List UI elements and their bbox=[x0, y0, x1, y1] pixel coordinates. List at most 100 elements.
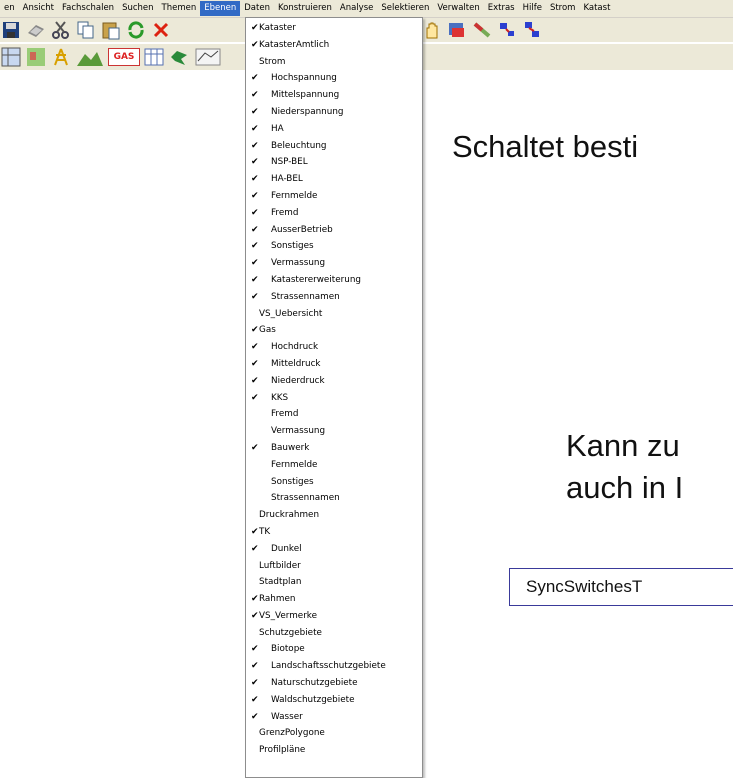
checkmark-icon: ✔ bbox=[251, 711, 259, 722]
menu-item-katasteramtlich[interactable]: ✔ KatasterAmtlich bbox=[246, 37, 422, 54]
copy-icon[interactable] bbox=[75, 19, 97, 41]
menu-item-kataster[interactable]: ✔ Kataster bbox=[246, 20, 422, 37]
menu-bar: en Ansicht Fachschalen Suchen Themen Ebenen Da… bbox=[0, 0, 733, 18]
map-icon[interactable] bbox=[25, 46, 47, 68]
menu-item-sonstiges[interactable]: ✔ Sonstiges bbox=[246, 238, 422, 255]
menu-item-fachschalen[interactable]: Fachschalen bbox=[58, 1, 118, 16]
pan-hand-icon[interactable] bbox=[421, 19, 443, 41]
checkmark-icon: ✔ bbox=[251, 207, 259, 218]
menu-item-fernmelde[interactable]: ✔ Fernmelde bbox=[246, 188, 422, 205]
menu-item-mittelspannung[interactable]: ✔ Mittelspannung bbox=[246, 87, 422, 104]
menu-item-ebenen[interactable]: Ebenen bbox=[200, 1, 241, 16]
network-node-icon[interactable] bbox=[521, 19, 543, 41]
refresh-icon[interactable] bbox=[125, 19, 147, 41]
grid-icon[interactable] bbox=[0, 46, 22, 68]
cut-icon[interactable] bbox=[50, 19, 72, 41]
menu-item-ansicht[interactable]: Ansicht bbox=[19, 1, 58, 16]
menu-item-bauwerk[interactable]: ✔ Bauwerk bbox=[246, 440, 422, 457]
menu-item-hochdruck[interactable]: ✔ Hochdruck bbox=[246, 339, 422, 356]
menu-item-katastererweiterung[interactable]: ✔ Katastererweiterung bbox=[246, 272, 422, 289]
terrain-icon[interactable] bbox=[75, 46, 105, 68]
menu-item-biotope[interactable]: ✔ Biotope bbox=[246, 641, 422, 658]
checkmark-icon: ✔ bbox=[251, 610, 259, 621]
menu-item-verwalten[interactable]: Verwalten bbox=[433, 1, 483, 16]
menu-item-waldschutzgebiete[interactable]: ✔ Waldschutzgebiete bbox=[246, 692, 422, 709]
menu-item-druckrahmen[interactable]: Druckrahmen bbox=[246, 507, 422, 524]
menu-item-stadtplan[interactable]: Stadtplan bbox=[246, 574, 422, 591]
checkmark-icon: ✔ bbox=[251, 392, 259, 403]
checkmark-icon: ✔ bbox=[251, 23, 259, 33]
menu-item-wasser[interactable]: ✔ Wasser bbox=[246, 709, 422, 726]
menu-item-katast[interactable]: Katast bbox=[579, 1, 614, 16]
menu-item-fernmelde[interactable]: Fernmelde bbox=[246, 457, 422, 474]
menu-item-selektieren[interactable]: Selektieren bbox=[377, 1, 433, 16]
menu-item-schutzgebiete[interactable]: Schutzgebiete bbox=[246, 625, 422, 642]
menu-item-ha-bel[interactable]: ✔ HA-BEL bbox=[246, 171, 422, 188]
menu-item-hilfe[interactable]: Hilfe bbox=[519, 1, 546, 16]
menu-item-nsp-bel[interactable]: ✔ NSP-BEL bbox=[246, 154, 422, 171]
menu-item-suchen[interactable]: Suchen bbox=[118, 1, 157, 16]
checkmark-icon: ✔ bbox=[251, 526, 259, 537]
menu-item-kks[interactable]: ✔ KKS bbox=[246, 390, 422, 407]
menu-item-rahmen[interactable]: ✔ Rahmen bbox=[246, 591, 422, 608]
menu-item-konstruieren[interactable]: Konstruieren bbox=[274, 1, 336, 16]
menu-item-vermassung[interactable]: ✔ Vermassung bbox=[246, 255, 422, 272]
menu-item-strassennamen[interactable]: ✔ Strassennamen bbox=[246, 289, 422, 306]
map-layer-icon[interactable] bbox=[446, 19, 468, 41]
measure-icon[interactable] bbox=[471, 19, 493, 41]
menu-item-niederdruck[interactable]: ✔ Niederdruck bbox=[246, 373, 422, 390]
paste-icon[interactable] bbox=[100, 19, 122, 41]
checkmark-icon: ✔ bbox=[251, 73, 259, 84]
menu-item-label: Vermassung bbox=[271, 426, 326, 437]
code-box: SyncSwitchesT bbox=[509, 568, 733, 606]
gas-label: GAS bbox=[113, 52, 135, 62]
menu-item-ausserbetrieb[interactable]: ✔ AusserBetrieb bbox=[246, 222, 422, 239]
menu-item-fremd[interactable]: Fremd bbox=[246, 406, 422, 423]
gas-icon[interactable]: GAS bbox=[108, 48, 140, 66]
menu-item-profilpl-ne[interactable]: Profilpläne bbox=[246, 742, 422, 759]
menu-item-strassennamen[interactable]: Strassennamen bbox=[246, 490, 422, 507]
checkmark-icon: ✔ bbox=[251, 594, 259, 605]
leaf-icon[interactable] bbox=[168, 46, 190, 68]
checkmark-icon: ✔ bbox=[251, 291, 259, 302]
delete-icon[interactable] bbox=[150, 19, 172, 41]
menu-item-grenzpolygone[interactable]: GrenzPolygone bbox=[246, 725, 422, 742]
menu-item-mitteldruck[interactable]: ✔ Mitteldruck bbox=[246, 356, 422, 373]
menu-item-analyse[interactable]: Analyse bbox=[336, 1, 377, 16]
menu-item-label: Luftbilder bbox=[259, 560, 301, 571]
checkmark-icon: ✔ bbox=[251, 694, 259, 705]
menu-item-sonstiges[interactable]: Sonstiges bbox=[246, 474, 422, 491]
menu-item-themen[interactable]: Themen bbox=[158, 1, 201, 16]
menu-item-vs-vermerke[interactable]: ✔ VS_Vermerke bbox=[246, 608, 422, 625]
menu-item-fremd[interactable]: ✔ Fremd bbox=[246, 205, 422, 222]
network-icon[interactable] bbox=[496, 19, 518, 41]
menu-item-landschaftsschutzgebiete[interactable]: ✔ Landschaftsschutzgebiete bbox=[246, 658, 422, 675]
menu-item-niederspannung[interactable]: ✔ Niederspannung bbox=[246, 104, 422, 121]
menu-item-luftbilder[interactable]: Luftbilder bbox=[246, 558, 422, 575]
menu-item-gas[interactable]: ✔ Gas bbox=[246, 322, 422, 339]
menu-item-ha[interactable]: ✔ HA bbox=[246, 121, 422, 138]
menu-item-vs-uebersicht[interactable]: VS_Uebersicht bbox=[246, 306, 422, 323]
save-icon[interactable] bbox=[0, 19, 22, 41]
menu-item-daten[interactable]: Daten bbox=[240, 1, 274, 16]
menu-item-hochspannung[interactable]: ✔ Hochspannung bbox=[246, 70, 422, 87]
menu-item-strom[interactable]: Strom bbox=[246, 54, 422, 71]
menu-item-naturschutzgebiete[interactable]: ✔ Naturschutzgebiete bbox=[246, 675, 422, 692]
menu-item-vermassung[interactable]: Vermassung bbox=[246, 423, 422, 440]
checkmark-icon: ✔ bbox=[251, 174, 259, 185]
menu-item-tk[interactable]: ✔ TK bbox=[246, 524, 422, 541]
tower-icon[interactable] bbox=[50, 46, 72, 68]
menu-item-strom[interactable]: Strom bbox=[546, 1, 580, 16]
menu-item-label: Waldschutzgebiete bbox=[271, 694, 355, 705]
menu-item-beleuchtung[interactable]: ✔ Beleuchtung bbox=[246, 138, 422, 155]
luftbild-icon[interactable] bbox=[193, 46, 223, 68]
table-icon[interactable] bbox=[143, 46, 165, 68]
checkmark-icon: ✔ bbox=[251, 375, 259, 386]
menu-item-en[interactable]: en bbox=[0, 1, 19, 16]
menu-item-dunkel[interactable]: ✔ Dunkel bbox=[246, 541, 422, 558]
ebenen-dropdown-menu: ✔ Kataster ✔ KatasterAmtlich Strom ✔ Hochspann… bbox=[245, 17, 423, 778]
print-icon[interactable] bbox=[25, 19, 47, 41]
menu-item-label: Profilpläne bbox=[259, 745, 306, 756]
menu-item-label: Stadtplan bbox=[259, 577, 302, 588]
menu-item-extras[interactable]: Extras bbox=[484, 1, 519, 16]
